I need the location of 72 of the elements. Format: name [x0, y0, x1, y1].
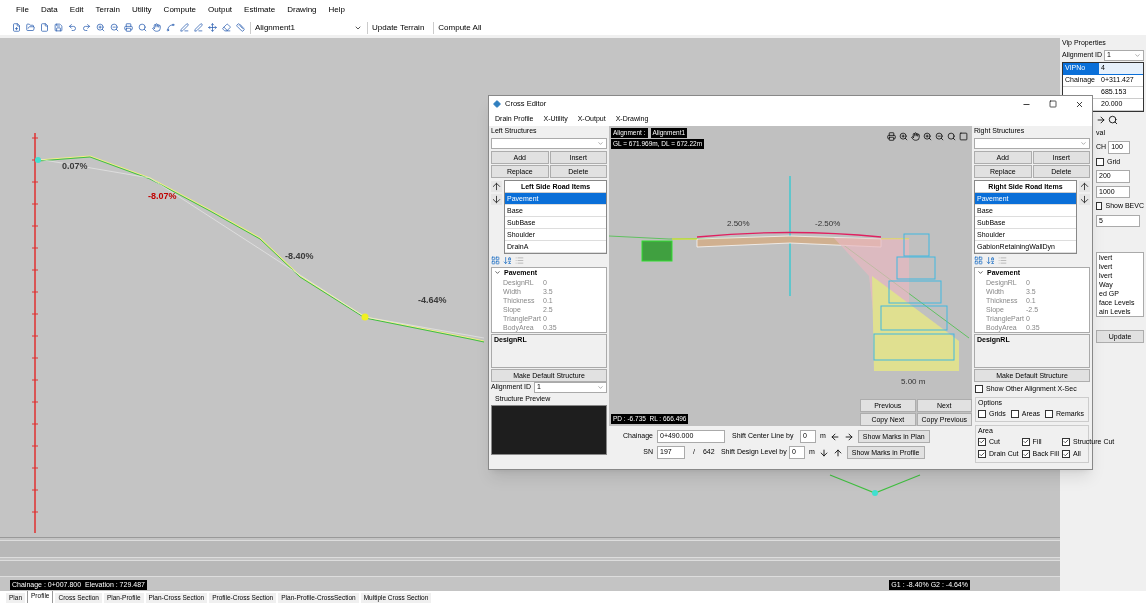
right-arrow-icon[interactable] — [1096, 114, 1106, 125]
save-icon[interactable] — [54, 23, 63, 32]
square-icon[interactable] — [959, 132, 968, 141]
grade-label: -8.07% — [148, 190, 177, 203]
hand-icon[interactable] — [911, 132, 920, 141]
caret-icon — [597, 139, 604, 147]
zoom-out-icon[interactable] — [935, 132, 944, 141]
maximize-icon[interactable] — [1049, 100, 1057, 108]
checkbox[interactable] — [1096, 157, 1104, 166]
grade-label: -4.64% — [418, 294, 447, 307]
slope-label: 2.50% — [727, 218, 750, 230]
toolbar-button[interactable]: Compute All — [433, 21, 486, 34]
checkbox[interactable] — [1045, 409, 1054, 418]
menu-item[interactable]: File — [16, 4, 29, 16]
grade-label: -8.40% — [285, 250, 314, 263]
sort-icon[interactable] — [986, 255, 995, 265]
move-icon[interactable] — [208, 23, 217, 32]
toolbar-button[interactable]: Update Terrain — [367, 21, 429, 34]
checkbox[interactable] — [1062, 437, 1071, 446]
down-arrow-icon[interactable] — [818, 447, 829, 458]
left-arrow-icon[interactable] — [829, 431, 840, 442]
checkbox[interactable] — [1021, 437, 1030, 446]
caret-icon — [597, 383, 604, 391]
redo-icon[interactable] — [82, 23, 91, 32]
chevron-icon[interactable] — [977, 269, 984, 277]
close-icon[interactable] — [1075, 99, 1084, 109]
dimension-label: 5.00 m — [901, 376, 926, 388]
printer-icon[interactable] — [887, 132, 896, 141]
checkbox[interactable] — [978, 437, 986, 446]
checkbox[interactable] — [1062, 450, 1071, 459]
menu-item[interactable]: Help — [328, 4, 345, 16]
caret-icon — [1134, 51, 1141, 59]
ruler-icon[interactable] — [236, 23, 245, 32]
menu-item[interactable]: Estimate — [244, 4, 276, 16]
sort-icon[interactable] — [503, 255, 512, 265]
printer-icon[interactable] — [124, 23, 133, 32]
zoom-in-icon[interactable] — [923, 132, 932, 141]
checkbox[interactable] — [1010, 409, 1019, 418]
right-arrow-icon[interactable] — [843, 431, 854, 442]
app-icon — [493, 100, 501, 108]
zoom-out-icon[interactable] — [110, 23, 119, 32]
search-icon[interactable] — [947, 132, 956, 141]
menu-item[interactable]: Utility — [132, 4, 152, 16]
categorized-icon[interactable] — [491, 255, 500, 265]
zoom-in-icon[interactable] — [96, 23, 105, 32]
checkbox[interactable] — [975, 384, 983, 393]
new-file-icon[interactable] — [12, 23, 21, 32]
caret-icon — [1080, 139, 1087, 147]
file-icon[interactable] — [40, 23, 49, 32]
menu-item[interactable]: Drawing — [287, 4, 317, 16]
menu-item[interactable]: Compute — [163, 4, 197, 16]
chevron-icon[interactable] — [494, 269, 501, 277]
hand-icon[interactable] — [152, 23, 161, 32]
grade-label: 0.07% — [62, 160, 88, 173]
slope-label: -2.50% — [815, 218, 841, 230]
zoom-in-icon[interactable] — [899, 132, 908, 141]
search-icon[interactable] — [1108, 114, 1118, 125]
menu-item[interactable]: Edit — [69, 4, 84, 16]
menu-item[interactable]: Data — [40, 4, 58, 16]
menu-item[interactable]: Terrain — [95, 4, 121, 16]
checkbox[interactable] — [1021, 450, 1030, 459]
eraser-icon[interactable] — [222, 23, 231, 32]
categorized-icon[interactable] — [974, 255, 983, 265]
checkbox[interactable] — [978, 409, 986, 418]
alignment-dropdown[interactable]: Alignment1 — [250, 21, 362, 34]
checkbox[interactable] — [1096, 202, 1103, 211]
up-arrow-icon[interactable] — [832, 447, 843, 458]
undo-icon[interactable] — [68, 23, 77, 32]
menu-item[interactable]: Output — [208, 4, 233, 16]
open-folder-icon[interactable] — [26, 23, 35, 32]
curve-icon[interactable] — [166, 23, 175, 32]
checkbox[interactable] — [978, 450, 986, 459]
